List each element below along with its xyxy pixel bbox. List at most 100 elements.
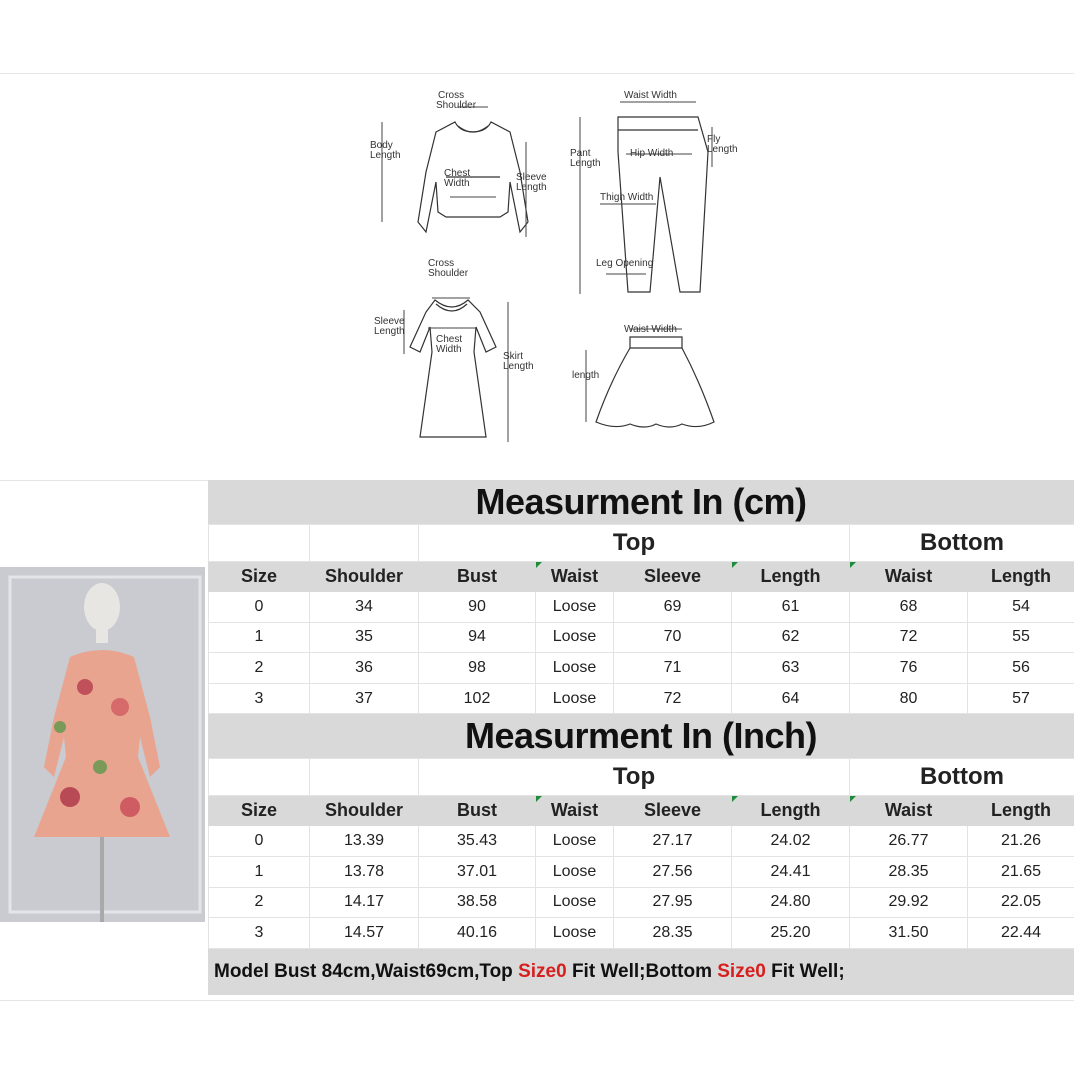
top-divider [0, 73, 1074, 74]
size-chart: Measurment In (cm) Top Bottom Size Shoul… [208, 480, 1074, 995]
group-bottom-label: Bottom [849, 758, 1074, 797]
skirt-sketch [595, 336, 715, 428]
garment-sketches: CrossShoulder BodyLength ChestWidth Slee… [370, 90, 738, 442]
svg-text:Length: Length [516, 182, 547, 193]
inch-table-title: Measurment In (Inch) [208, 714, 1074, 759]
svg-text:Shoulder: Shoulder [436, 100, 477, 111]
dress-sketch [409, 299, 497, 438]
header-length: Length [730, 561, 851, 592]
empty-cell [208, 758, 310, 797]
cell: 56 [967, 652, 1074, 684]
cell: 3 [208, 682, 310, 715]
cell: 22.44 [967, 917, 1074, 949]
header-waist: Waist [535, 795, 614, 827]
svg-text:Hip Width: Hip Width [630, 148, 673, 159]
cell: 27.17 [613, 825, 732, 857]
cell: 71 [613, 652, 732, 684]
empty-cell [309, 758, 419, 797]
note-text: Fit Well;Bottom [566, 960, 718, 982]
cell: 69 [613, 591, 732, 623]
cell: 68 [849, 591, 969, 623]
header-sleeve: Sleeve [613, 795, 732, 827]
cell: 25.20 [730, 917, 851, 949]
svg-text:Waist Width: Waist Width [624, 90, 677, 101]
cell: 28.35 [613, 917, 732, 949]
group-top-label: Top [417, 524, 851, 562]
bottom-size-highlight: Size0 [717, 960, 766, 982]
svg-text:Length: Length [370, 150, 401, 161]
cell: 62 [730, 621, 851, 654]
cell: Loose [535, 855, 614, 888]
header-bust: Bust [418, 561, 536, 592]
cell: 61 [730, 591, 851, 623]
product-photo [0, 567, 205, 922]
cell: Loose [535, 652, 614, 684]
table-row: 0 34 90 Loose 69 61 68 54 [208, 591, 1074, 623]
model-fit-note: Model Bust 84cm,Waist69cm,Top Size0 Fit … [208, 948, 1074, 995]
cell: 0 [208, 825, 310, 857]
header-bottom-length: Length [967, 561, 1074, 592]
cell: 22.05 [967, 886, 1074, 919]
table-row: 3 37 102 Loose 72 64 80 57 [208, 682, 1074, 715]
top-size-highlight: Size0 [518, 960, 567, 982]
cell: Loose [535, 886, 614, 919]
cell: 70 [613, 621, 732, 654]
header-shoulder: Shoulder [309, 795, 419, 827]
cell: 37 [309, 682, 419, 715]
table-row: 2 14.17 38.58 Loose 27.95 24.80 29.92 22… [208, 886, 1074, 919]
cell: 2 [208, 886, 310, 919]
cell: 54 [967, 591, 1074, 623]
cell: 57 [967, 682, 1074, 715]
header-bottom-waist: Waist [849, 795, 969, 827]
table-row: 3 14.57 40.16 Loose 28.35 25.20 31.50 22… [208, 917, 1074, 949]
cell: 13.78 [309, 855, 419, 888]
cell: 29.92 [849, 886, 969, 919]
cell: 14.57 [309, 917, 419, 949]
cell: 37.01 [418, 855, 536, 888]
cell: 63 [730, 652, 851, 684]
cell: 40.16 [418, 917, 536, 949]
note-text: Fit Well; [765, 960, 845, 982]
table-row: 1 35 94 Loose 70 62 72 55 [208, 621, 1074, 654]
header-bottom-waist: Waist [849, 561, 969, 592]
cell: Loose [535, 825, 614, 857]
header-size: Size [208, 561, 310, 592]
cell: 36 [309, 652, 419, 684]
column-header-row: Size Shoulder Bust Waist Sleeve Length W… [208, 795, 1074, 827]
table-row: 2 36 98 Loose 71 63 76 56 [208, 652, 1074, 684]
cm-table-title: Measurment In (cm) [208, 480, 1074, 524]
empty-cell [208, 524, 310, 562]
cell: 1 [208, 855, 310, 888]
cell: 13.39 [309, 825, 419, 857]
group-bottom-label: Bottom [849, 524, 1074, 562]
cell: 26.77 [849, 825, 969, 857]
group-header-row: Top Bottom [208, 524, 1074, 562]
empty-cell [309, 524, 419, 562]
group-header-row: Top Bottom [208, 758, 1074, 797]
cell: 55 [967, 621, 1074, 654]
cell: 34 [309, 591, 419, 623]
cell: 72 [613, 682, 732, 715]
svg-text:Width: Width [444, 178, 470, 189]
cell: 1 [208, 621, 310, 654]
svg-text:Waist Width: Waist Width [624, 324, 677, 335]
header-waist: Waist [535, 561, 614, 592]
cell: 27.56 [613, 855, 732, 888]
svg-text:Length: Length [570, 158, 601, 169]
cell: 24.02 [730, 825, 851, 857]
cell: 27.95 [613, 886, 732, 919]
svg-text:Shoulder: Shoulder [428, 268, 469, 279]
svg-text:Leg Opening: Leg Opening [596, 258, 653, 269]
cell: 21.26 [967, 825, 1074, 857]
cell: 35 [309, 621, 419, 654]
cell: 3 [208, 917, 310, 949]
header-sleeve: Sleeve [613, 561, 732, 592]
svg-text:length: length [572, 370, 599, 381]
cell: Loose [535, 682, 614, 715]
svg-text:Length: Length [503, 361, 534, 372]
header-size: Size [208, 795, 310, 827]
measurement-diagrams: Cross Shoulder Body Length Chest Width Slee… [360, 82, 760, 452]
table-row: 1 13.78 37.01 Loose 27.56 24.41 28.35 21… [208, 855, 1074, 888]
table-row: 0 13.39 35.43 Loose 27.17 24.02 26.77 21… [208, 825, 1074, 857]
cell: 35.43 [418, 825, 536, 857]
